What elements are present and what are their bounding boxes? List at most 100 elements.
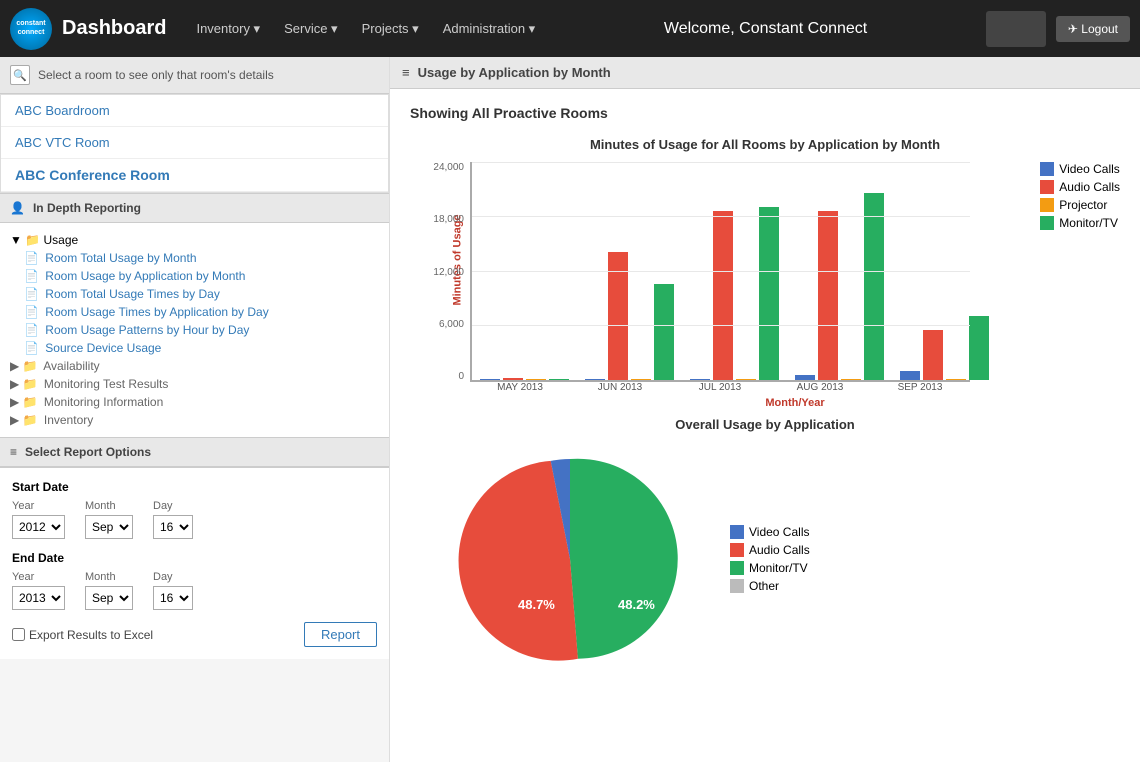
menu-icon: ≡: [10, 445, 17, 459]
tree-folder-monitoring-info[interactable]: ▶ 📁 Monitoring Information: [10, 393, 379, 411]
tree-item-2[interactable]: 📄 Room Total Usage Times by Day: [24, 285, 379, 303]
bar-chart-wrapper: Minutes of Usage 24,000 18,000 12,000 6,…: [410, 162, 1120, 393]
arrow-icon-mi: ▶: [10, 395, 19, 409]
doc-icon-3: 📄: [24, 305, 39, 319]
bar-sep-projector: [946, 379, 966, 380]
pie-legend-color-other: [730, 579, 744, 593]
bar-aug-projector: [841, 379, 861, 380]
bar-aug-monitor: [864, 193, 884, 380]
start-year-label: Year: [12, 500, 65, 512]
start-date-group: Start Date Year 20122013 Month SepOct: [12, 480, 377, 539]
folder-icon-mr: 📁: [23, 377, 38, 391]
bar-jun-projector: [631, 379, 651, 380]
start-month-select[interactable]: SepOct: [85, 515, 133, 539]
folder-icon-inv: 📁: [23, 413, 38, 427]
folder-icon-av: 📁: [23, 359, 38, 373]
right-panel: ≡ Usage by Application by Month Showing …: [390, 57, 1140, 762]
nav-menu: Inventory ▾ Service ▾ Projects ▾ Adminis…: [186, 15, 545, 43]
start-day-select[interactable]: 1617: [153, 515, 193, 539]
report-options-panel: Start Date Year 20122013 Month SepOct: [0, 467, 389, 659]
export-checkbox-label[interactable]: Export Results to Excel: [12, 628, 153, 642]
legend-label-projector: Projector: [1059, 198, 1107, 212]
legend-color-projector: [1040, 198, 1054, 212]
bar-may-audio: [503, 378, 523, 380]
end-month-select[interactable]: SepOct: [85, 586, 133, 610]
x-label-sep: SEP 2013: [870, 382, 970, 393]
nav-projects[interactable]: Projects ▾: [352, 15, 429, 43]
month-group-jul: [690, 207, 779, 380]
tree-folder-availability[interactable]: ▶ 📁 Availability: [10, 357, 379, 375]
tree-folder-inventory[interactable]: ▶ 📁 Inventory: [10, 411, 379, 429]
tree-folder-monitoring-results[interactable]: ▶ 📁 Monitoring Test Results: [10, 375, 379, 393]
end-month-col: Month SepOct: [85, 571, 133, 610]
y-label-1: 6,000: [422, 319, 464, 330]
bar-jun-video: [585, 379, 605, 380]
pie-legend-other: Other: [730, 579, 810, 593]
nav-inventory[interactable]: Inventory ▾: [186, 15, 270, 43]
pie-legend-label-video: Video Calls: [749, 525, 809, 539]
tree-item-5[interactable]: 📄 Source Device Usage: [24, 339, 379, 357]
end-year-label: Year: [12, 571, 65, 583]
arrow-icon-av: ▶: [10, 359, 19, 373]
pie-svg-container: 48.7% 48.2%: [450, 444, 690, 677]
welcome-text: Welcome, Constant Connect: [555, 20, 976, 38]
room-item-conference[interactable]: ABC Conference Room: [1, 159, 388, 192]
y-label-0: 0: [422, 371, 464, 382]
nav-administration[interactable]: Administration ▾: [433, 15, 546, 43]
room-selector-header: 🔍 Select a room to see only that room's …: [0, 57, 389, 94]
pie-chart-section: Overall Usage by Application: [410, 417, 1120, 677]
bar-jul-projector: [736, 379, 756, 380]
end-month-label: Month: [85, 571, 133, 583]
start-year-select[interactable]: 20122013: [12, 515, 65, 539]
legend-label-video: Video Calls: [1059, 162, 1119, 176]
month-group-jun: [585, 252, 674, 380]
pie-legend-color-audio: [730, 543, 744, 557]
room-item-boardroom[interactable]: ABC Boardroom: [1, 95, 388, 127]
tree-usage-parent[interactable]: ▼ 📁 Usage: [10, 231, 379, 249]
bar-aug-audio: [818, 211, 838, 380]
x-label-aug: AUG 2013: [770, 382, 870, 393]
showing-label: Showing All Proactive Rooms: [410, 105, 1120, 121]
end-year-col: Year 20132014: [12, 571, 65, 610]
logout-button[interactable]: ✈ Logout: [1056, 16, 1130, 42]
bar-jul-audio: [713, 211, 733, 380]
y-axis-numbers: 24,000 18,000 12,000 6,000 0: [422, 162, 464, 382]
start-month-col: Month SepOct: [85, 500, 133, 539]
month-group-sep: [900, 316, 989, 380]
folder-icon-mi: 📁: [23, 395, 38, 409]
y-label-2: 12,000: [422, 267, 464, 278]
export-checkbox[interactable]: [12, 628, 25, 641]
start-date-row: Year 20122013 Month SepOct Day: [12, 500, 377, 539]
tree-item-1[interactable]: 📄 Room Usage by Application by Month: [24, 267, 379, 285]
pie-label-monitor: 48.7%: [518, 597, 555, 612]
user-avatar: [986, 11, 1046, 47]
bar-jul-video: [690, 379, 710, 380]
top-navigation: constantconnect Dashboard Inventory ▾ Se…: [0, 0, 1140, 57]
tree-item-4[interactable]: 📄 Room Usage Patterns by Hour by Day: [24, 321, 379, 339]
bar-may-video: [480, 379, 500, 380]
pie-label-audio: 48.2%: [618, 597, 655, 612]
nav-service[interactable]: Service ▾: [274, 15, 348, 43]
pie-green: [570, 459, 678, 659]
legend-label-monitor: Monitor/TV: [1059, 216, 1118, 230]
end-date-group: End Date Year 20132014 Month SepOct: [12, 551, 377, 610]
end-day-select[interactable]: 1617: [153, 586, 193, 610]
start-day-col: Day 1617: [153, 500, 193, 539]
y-label-4: 24,000: [422, 162, 464, 173]
legend-label-audio: Audio Calls: [1059, 180, 1120, 194]
x-label-jul: JUL 2013: [670, 382, 770, 393]
report-button[interactable]: Report: [304, 622, 377, 647]
legend-color-video: [1040, 162, 1054, 176]
end-year-select[interactable]: 20132014: [12, 586, 65, 610]
tree-item-3[interactable]: 📄 Room Usage Times by Application by Day: [24, 303, 379, 321]
room-selector-hint: Select a room to see only that room's de…: [38, 68, 274, 82]
room-item-vtc[interactable]: ABC VTC Room: [1, 127, 388, 159]
bar-jun-monitor: [654, 284, 674, 380]
left-panel: 🔍 Select a room to see only that room's …: [0, 57, 390, 762]
x-label-may: MAY 2013: [470, 382, 570, 393]
legend-item-video: Video Calls: [1040, 162, 1120, 176]
tree-item-0[interactable]: 📄 Room Total Usage by Month: [24, 249, 379, 267]
month-group-may: [480, 378, 569, 380]
bar-sep-video: [900, 371, 920, 380]
bar-chart-area: [470, 162, 970, 382]
